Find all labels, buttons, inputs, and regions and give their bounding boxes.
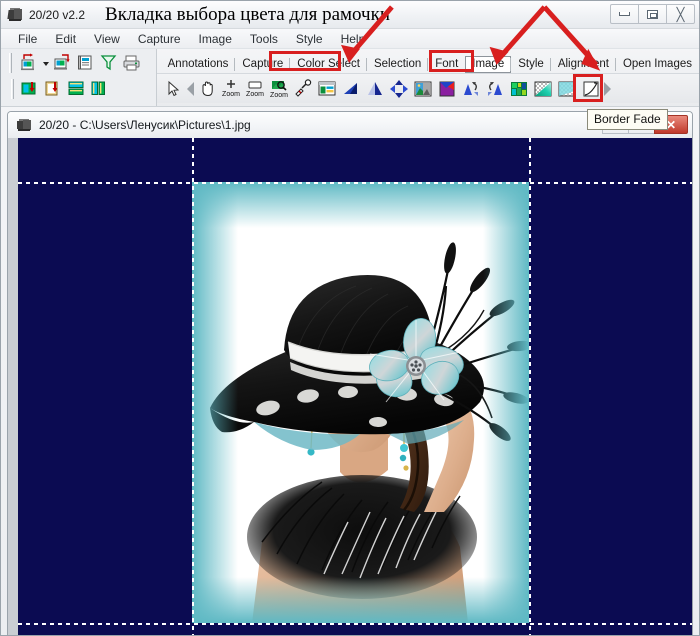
- toolbar-grip-2[interactable]: [11, 79, 14, 99]
- zoom-region-icon[interactable]: Zoom: [267, 77, 291, 101]
- save-image-icon[interactable]: [53, 53, 73, 73]
- tab-strip: Annotations Capture Color Select Selecti…: [157, 51, 699, 73]
- zoom-out-icon[interactable]: Zoom: [243, 77, 267, 101]
- menu-item-image[interactable]: Image: [190, 31, 241, 47]
- filter-funnel-icon[interactable]: [99, 53, 119, 73]
- tab-capture[interactable]: Capture: [234, 56, 290, 73]
- window-controls: ╳: [610, 4, 695, 24]
- flip-horizontal-icon[interactable]: [339, 77, 363, 101]
- menu-item-help[interactable]: Help: [332, 31, 375, 47]
- tile-horizontal-icon[interactable]: [67, 79, 87, 99]
- close-icon: ╳: [676, 6, 685, 22]
- border-fade-icon[interactable]: [531, 77, 555, 101]
- menu-item-style[interactable]: Style: [287, 31, 332, 47]
- guide-line-vertical-right: [529, 138, 531, 635]
- tile-vertical-icon[interactable]: [90, 79, 110, 99]
- svg-text:Zoom: Zoom: [270, 92, 288, 99]
- restore-icon: [647, 9, 658, 19]
- capture-clipboard-icon[interactable]: [44, 79, 64, 99]
- rotate-right-icon[interactable]: [483, 77, 507, 101]
- menu-item-file[interactable]: File: [9, 31, 46, 47]
- pan-hand-icon[interactable]: [195, 77, 219, 101]
- image-canvas[interactable]: [18, 138, 692, 635]
- quick-toolbar: [1, 49, 157, 106]
- tab-open-images[interactable]: Open Images: [614, 56, 699, 73]
- dropdown-arrow-icon[interactable]: [42, 53, 50, 73]
- app-logo-icon: [7, 7, 23, 23]
- menu-bar: File Edit View Capture Image Tools Style…: [1, 29, 699, 49]
- quick-toolbar-row-2: [11, 79, 110, 99]
- canvas-area: [8, 138, 692, 635]
- menu-item-view[interactable]: View: [85, 31, 129, 47]
- tab-color-select[interactable]: Color Select: [289, 56, 367, 73]
- application-window: 20/20 v2.2 Вкладка выбора цвета для рамо…: [0, 0, 700, 636]
- photo-image[interactable]: [192, 182, 529, 623]
- quick-toolbar-row-1: [9, 53, 142, 73]
- svg-text:Zoom: Zoom: [222, 91, 240, 98]
- resize-icon[interactable]: [387, 77, 411, 101]
- capture-region-icon[interactable]: [21, 79, 41, 99]
- crop-window-icon[interactable]: [315, 77, 339, 101]
- mosaic-icon[interactable]: [507, 77, 531, 101]
- transparency-icon[interactable]: [555, 77, 579, 101]
- menu-item-edit[interactable]: Edit: [46, 31, 85, 47]
- title-bar: 20/20 v2.2 Вкладка выбора цвета для рамо…: [1, 1, 699, 29]
- annotation-title-text: Вкладка выбора цвета для рамочки: [105, 3, 390, 25]
- zoom-in-icon[interactable]: Zoom: [219, 77, 243, 101]
- tab-alignment[interactable]: Alignment: [549, 56, 616, 73]
- menu-item-tools[interactable]: Tools: [241, 31, 287, 47]
- document-window: 20/20 - C:\Users\Ленусик\Pictures\1.jpg …: [7, 111, 693, 635]
- minimize-button[interactable]: [610, 4, 639, 24]
- close-button[interactable]: ╳: [666, 4, 695, 24]
- scroll-right-icon[interactable]: [603, 78, 612, 100]
- guide-line-vertical-left: [192, 138, 194, 635]
- print-icon[interactable]: [122, 53, 142, 73]
- curve-adjust-icon[interactable]: [579, 77, 603, 101]
- cursor-arrow-icon[interactable]: [162, 77, 186, 101]
- toolbar-grip[interactable]: [9, 53, 12, 73]
- toolbar-zone: Annotations Capture Color Select Selecti…: [1, 49, 699, 107]
- gradient-fill-icon[interactable]: [411, 77, 435, 101]
- open-image-icon[interactable]: [19, 53, 39, 73]
- flip-vertical-icon[interactable]: [363, 77, 387, 101]
- image-tool-buttons: Zoom Zoom Zoom: [156, 73, 699, 103]
- rotate-left-icon[interactable]: [459, 77, 483, 101]
- scroll-left-icon[interactable]: [186, 78, 195, 100]
- color-picker-icon[interactable]: [291, 77, 315, 101]
- tab-annotations[interactable]: Annotations: [161, 56, 236, 73]
- tab-image[interactable]: Image: [465, 56, 512, 73]
- color-replace-icon[interactable]: [435, 77, 459, 101]
- border-fade-tooltip: Border Fade: [587, 109, 668, 130]
- tab-style[interactable]: Style: [510, 56, 551, 73]
- document-title-label: 20/20 - C:\Users\Ленусик\Pictures\1.jpg: [39, 118, 251, 132]
- minimize-icon: [619, 12, 630, 16]
- app-name-label: 20/20 v2.2: [29, 7, 86, 22]
- document-logo-icon: [16, 117, 32, 133]
- tab-selection[interactable]: Selection: [365, 56, 428, 73]
- tab-font[interactable]: Font: [427, 56, 465, 73]
- restore-button[interactable]: [638, 4, 667, 24]
- menu-item-capture[interactable]: Capture: [129, 31, 190, 47]
- svg-text:Zoom: Zoom: [246, 91, 264, 98]
- copy-to-clipboard-icon[interactable]: [76, 53, 96, 73]
- guide-line-horizontal-top: [18, 182, 692, 184]
- image-toolbar-panel: Annotations Capture Color Select Selecti…: [156, 49, 699, 106]
- photo-border-fade: [192, 182, 529, 623]
- guide-line-horizontal-bottom: [18, 623, 692, 625]
